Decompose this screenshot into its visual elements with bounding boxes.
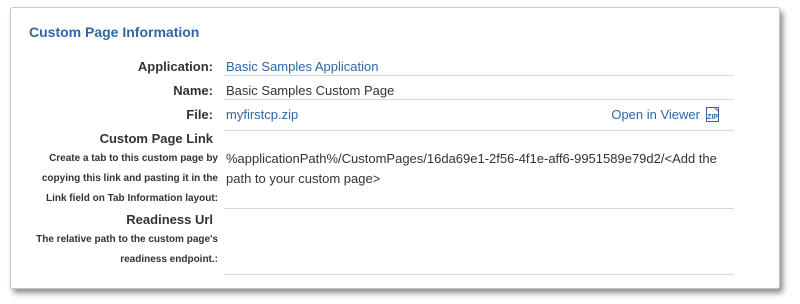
name-value: Basic Samples Custom Page — [226, 83, 395, 98]
open-in-viewer-link[interactable]: Open in Viewer — [611, 107, 700, 122]
custom-page-link-label: Custom Page Link — [99, 131, 213, 146]
readiness-url-description: The relative path to the custom page's r… — [36, 234, 218, 265]
zip-file-icon[interactable]: ZIP — [704, 107, 721, 122]
file-link[interactable]: myfirstcp.zip — [226, 107, 298, 122]
custom-page-link-value: %applicationPath%/CustomPages/16da69e1-2… — [226, 151, 717, 186]
divider — [224, 274, 734, 275]
section-title: Custom Page Information — [29, 24, 200, 40]
application-link[interactable]: Basic Samples Application — [226, 59, 378, 74]
custom-page-link-description: Create a tab to this custom page by copy… — [41, 153, 218, 204]
divider — [224, 99, 734, 100]
readiness-url-label: Readiness Url — [126, 212, 213, 227]
divider — [224, 130, 734, 131]
divider — [224, 208, 734, 209]
file-label: File: — [186, 107, 213, 122]
custom-page-information-panel: Custom Page Information Application: Bas… — [10, 7, 780, 289]
application-label: Application: — [137, 59, 213, 74]
divider — [224, 75, 734, 76]
name-label: Name: — [173, 83, 213, 98]
svg-text:ZIP: ZIP — [707, 114, 718, 121]
